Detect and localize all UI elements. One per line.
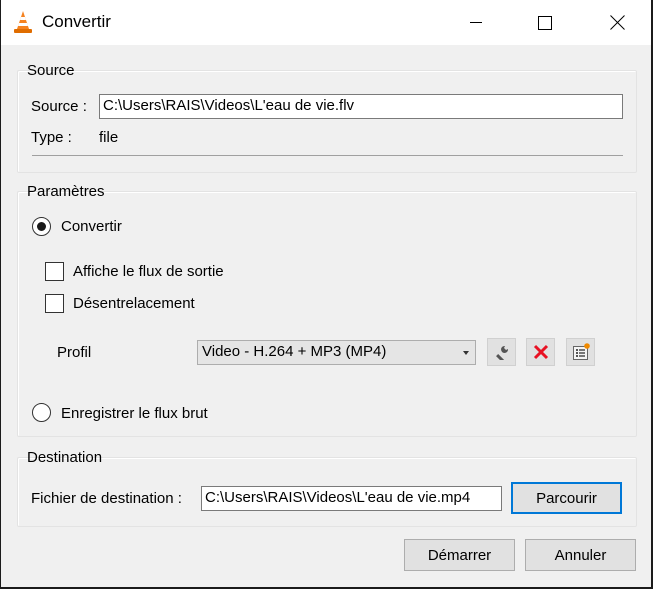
destination-group-title: Destination — [27, 449, 103, 466]
cancel-button[interactable]: Annuler — [525, 539, 636, 571]
edit-profile-button[interactable] — [487, 338, 516, 366]
minimize-button[interactable] — [453, 0, 499, 45]
start-button[interactable]: Démarrer — [404, 539, 515, 571]
type-value: file — [99, 129, 119, 146]
new-profile-button[interactable] — [566, 338, 595, 366]
radio-selected-dot — [37, 222, 46, 231]
convert-dialog: Convertir Source Source : C:\Users\RAIS\… — [1, 0, 651, 587]
profile-selected-value: Video - H.264 + MP3 (MP4) — [202, 343, 387, 360]
close-icon — [609, 15, 625, 30]
source-path-input[interactable]: C:\Users\RAIS\Videos\L'eau de vie.flv — [99, 94, 623, 119]
red-x-icon — [533, 344, 548, 360]
source-group-title: Source — [27, 62, 75, 79]
raw-dump-radio[interactable] — [32, 403, 51, 422]
maximize-button[interactable] — [522, 0, 568, 45]
raw-dump-radio-label[interactable]: Enregistrer le flux brut — [61, 405, 208, 422]
type-label: Type : — [31, 129, 72, 146]
title-bar[interactable]: Convertir — [1, 0, 651, 45]
maximize-icon — [538, 15, 552, 30]
profile-select[interactable]: Video - H.264 + MP3 (MP4) — [197, 340, 476, 365]
convert-radio-label[interactable]: Convertir — [61, 218, 122, 235]
show-output-label[interactable]: Affiche le flux de sortie — [73, 263, 224, 280]
parameters-group-title: Paramètres — [27, 183, 105, 200]
window-title: Convertir — [42, 12, 111, 31]
destination-path-input[interactable]: C:\Users\RAIS\Videos\L'eau de vie.mp4 — [201, 486, 502, 511]
new-list-icon — [572, 343, 590, 360]
profile-label: Profil — [57, 344, 92, 361]
vlc-cone-icon — [14, 11, 32, 33]
delete-profile-button[interactable] — [526, 338, 555, 366]
deinterlace-checkbox[interactable] — [45, 294, 64, 313]
chevron-down-icon — [463, 351, 469, 355]
source-group — [17, 70, 637, 173]
minimize-icon — [470, 21, 482, 23]
source-label: Source : — [31, 98, 87, 115]
deinterlace-label[interactable]: Désentrelacement — [73, 295, 195, 312]
wrench-icon — [495, 345, 508, 360]
destination-file-label: Fichier de destination : — [31, 490, 182, 507]
convert-radio[interactable] — [32, 217, 51, 236]
browse-button[interactable]: Parcourir — [511, 482, 622, 514]
close-button[interactable] — [594, 0, 640, 45]
show-output-checkbox[interactable] — [45, 262, 64, 281]
source-separator — [32, 155, 623, 156]
